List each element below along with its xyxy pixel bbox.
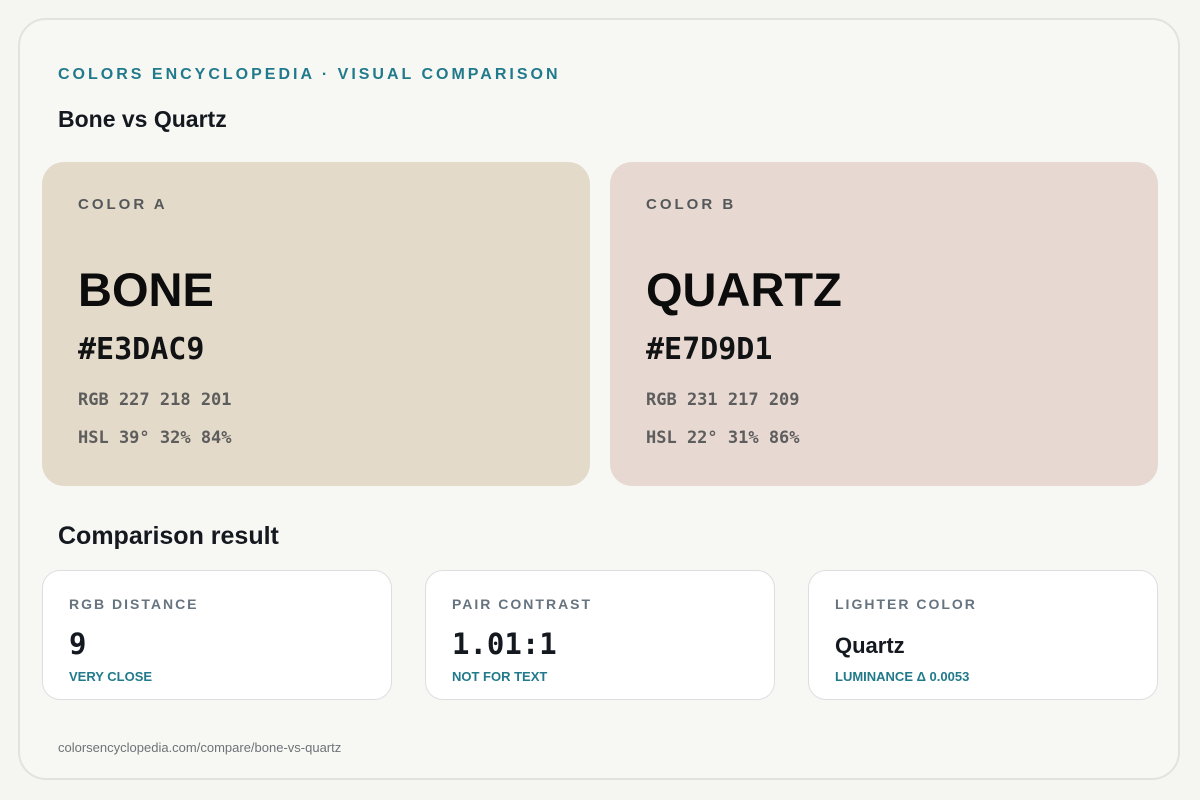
color-a-label: COLOR A bbox=[78, 196, 168, 213]
color-a-name: BONE bbox=[78, 263, 214, 316]
comparison-title: Comparison result bbox=[58, 522, 279, 550]
metric-card-lighter-color: LIGHTER COLOR Quartz LUMINANCE Δ 0.0053 bbox=[808, 570, 1158, 700]
page-title: Bone vs Quartz bbox=[58, 106, 227, 132]
color-b-hex: #E7D9D1 bbox=[646, 332, 773, 367]
color-b-hsl: HSL 22° 31% 86% bbox=[646, 428, 800, 448]
metric-label: RGB DISTANCE bbox=[69, 596, 199, 612]
footer-url[interactable]: colorsencyclopedia.com/compare/bone-vs-q… bbox=[58, 740, 341, 755]
metric-card-pair-contrast: PAIR CONTRAST 1.01:1 NOT FOR TEXT bbox=[425, 570, 775, 700]
metric-value: 9 bbox=[69, 627, 87, 661]
metric-note: VERY CLOSE bbox=[69, 669, 153, 684]
metric-card-rgb-distance: RGB DISTANCE 9 VERY CLOSE bbox=[42, 570, 392, 700]
color-b-name: QUARTZ bbox=[646, 263, 842, 316]
site-eyebrow: COLORS ENCYCLOPEDIA · VISUAL COMPARISON bbox=[58, 66, 561, 83]
color-a-rgb: RGB 227 218 201 bbox=[78, 390, 232, 410]
metric-note: NOT FOR TEXT bbox=[452, 669, 548, 684]
metric-label: PAIR CONTRAST bbox=[452, 596, 593, 612]
metric-note: LUMINANCE Δ 0.0053 bbox=[835, 669, 970, 684]
metric-value: 1.01:1 bbox=[452, 627, 557, 661]
color-b-label: COLOR B bbox=[646, 196, 737, 213]
color-a-swatch: COLOR A BONE #E3DAC9 RGB 227 218 201 HSL… bbox=[42, 162, 590, 486]
color-b-rgb: RGB 231 217 209 bbox=[646, 390, 800, 410]
metric-label: LIGHTER COLOR bbox=[835, 596, 977, 612]
color-b-swatch: COLOR B QUARTZ #E7D9D1 RGB 231 217 209 H… bbox=[610, 162, 1158, 486]
metric-value: Quartz bbox=[835, 633, 905, 658]
color-a-hex: #E3DAC9 bbox=[78, 332, 205, 367]
color-a-hsl: HSL 39° 32% 84% bbox=[78, 428, 232, 448]
